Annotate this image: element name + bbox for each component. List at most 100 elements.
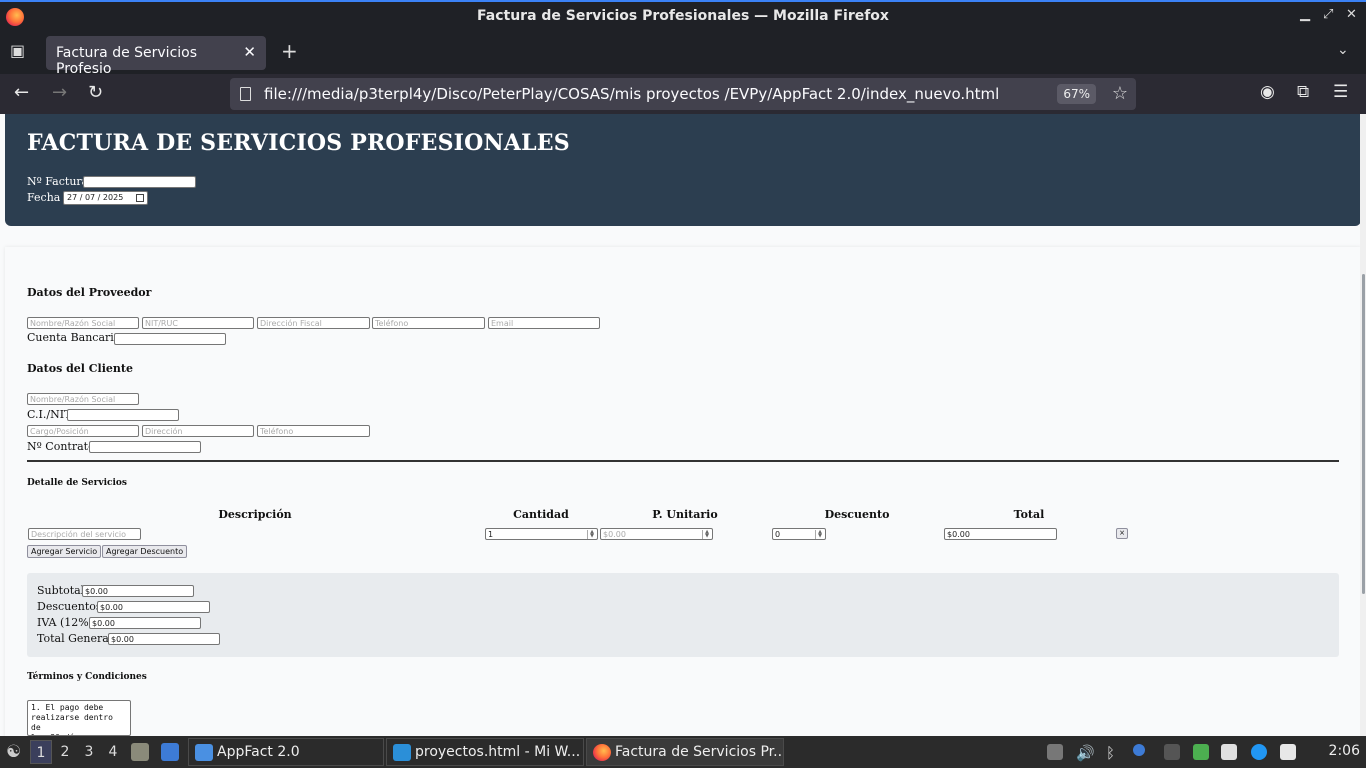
column-total: Total	[1013, 508, 1045, 521]
task-appfact[interactable]: AppFact 2.0	[188, 738, 384, 766]
file-manager-launcher-icon[interactable]	[131, 743, 149, 761]
task-vscode[interactable]: proyectos.html - Mi W...	[386, 738, 584, 766]
workspace-3[interactable]: 3	[78, 740, 100, 764]
subtotal-label: Subtotal	[37, 584, 85, 597]
task-label: proyectos.html - Mi W...	[415, 744, 581, 760]
tab-strip: ▣ Factura de Servicios Profesio ✕ + ⌄	[0, 32, 1366, 77]
add-service-button[interactable]: Agregar Servicio	[27, 545, 102, 558]
service-unit-price-input[interactable]: $0.00 ▲ ▼	[600, 528, 713, 540]
bank-account-input[interactable]	[114, 333, 226, 345]
workspace-2[interactable]: 2	[54, 740, 76, 764]
totals-panel: Subtotal $0.00 Descuentos $0.00 IVA (12%…	[27, 573, 1339, 657]
network-icon[interactable]	[1164, 744, 1180, 760]
page-scrollbar[interactable]	[1360, 114, 1366, 736]
new-tab-icon[interactable]: +	[281, 39, 298, 63]
subtotal-field[interactable]: $0.00	[82, 585, 194, 597]
quantity-stepper[interactable]: ▲ ▼	[587, 530, 596, 539]
workspace-1[interactable]: 1	[30, 740, 52, 764]
service-description-input[interactable]: Descripción del servicio	[28, 528, 141, 540]
zoom-indicator[interactable]: 67%	[1057, 84, 1096, 104]
battery-icon[interactable]	[1193, 744, 1209, 760]
date-input[interactable]: 27 / 07 / 2025	[63, 191, 148, 205]
discount-stepper[interactable]: ▲ ▼	[815, 530, 824, 539]
tab-label: Factura de Servicios Profesio	[56, 45, 198, 77]
calendar-tray-icon[interactable]	[1280, 744, 1296, 760]
iva-label: IVA (12%)	[37, 616, 94, 629]
discount-value: 0	[775, 530, 781, 539]
taskbar: ☯ 1 2 3 4 AppFact 2.0 proyectos.html - M…	[0, 736, 1366, 768]
column-quantity: Cantidad	[513, 508, 569, 521]
terms-textarea[interactable]: 1. El pago debe realizarse dentro de los…	[27, 700, 131, 736]
back-icon[interactable]: ←	[14, 82, 29, 103]
client-address-input[interactable]: Dirección	[142, 425, 254, 437]
bank-account-label: Cuenta Bancaria	[27, 331, 121, 344]
task-label: Factura de Servicios Pr...	[615, 744, 784, 760]
notes-icon[interactable]	[1221, 744, 1237, 760]
tab-factura[interactable]: Factura de Servicios Profesio ✕	[46, 36, 266, 77]
clock: 2:06	[1328, 743, 1360, 759]
service-quantity-input[interactable]: 1 ▲ ▼	[485, 528, 598, 540]
url-text: file:///media/p3terpl4y/Disco/PeterPlay/…	[264, 85, 1000, 103]
clipboard-tray-icon[interactable]	[1047, 744, 1063, 760]
services-heading: Detalle de Servicios	[27, 478, 127, 488]
workspace-4[interactable]: 4	[102, 740, 124, 764]
grand-total-label: Total General	[37, 632, 113, 645]
page-title: FACTURA DE SERVICIOS PROFESIONALES	[27, 130, 570, 156]
client-position-input[interactable]: Cargo/Posición	[27, 425, 139, 437]
invoice-number-input[interactable]	[83, 176, 196, 188]
invoice-header: FACTURA DE SERVICIOS PROFESIONALES Nº Fa…	[5, 114, 1361, 226]
extensions-icon[interactable]: ⧉	[1297, 82, 1309, 102]
service-discount-input[interactable]: 0 ▲ ▼	[772, 528, 826, 540]
folder-icon	[195, 744, 213, 761]
close-tab-icon[interactable]: ✕	[243, 43, 256, 61]
invoice-number-label: Nº Factura	[27, 175, 89, 188]
client-phone-input[interactable]: Teléfono	[257, 425, 370, 437]
scrollbar-thumb[interactable]	[1362, 274, 1365, 594]
volume-icon[interactable]: 🔊	[1076, 744, 1095, 762]
url-bar[interactable]: file:///media/p3terpl4y/Disco/PeterPlay/…	[230, 78, 1136, 110]
task-firefox[interactable]: Factura de Servicios Pr...	[586, 738, 784, 766]
grand-total-field[interactable]: $0.00	[108, 633, 220, 645]
service-total-input[interactable]: $0.00	[944, 528, 1057, 540]
account-icon[interactable]: ◉	[1260, 82, 1275, 102]
minimize-icon[interactable]: ▁	[1300, 7, 1310, 22]
provider-nit-input[interactable]: NIT/RUC	[142, 317, 254, 329]
firefox-icon	[593, 744, 611, 761]
bluetooth-icon[interactable]: ᛒ	[1106, 744, 1122, 762]
maximize-icon[interactable]: ⤢	[1323, 7, 1333, 22]
menu-icon[interactable]: ☰	[1333, 82, 1348, 102]
reload-icon[interactable]: ↻	[88, 82, 103, 103]
client-name-input[interactable]: Nombre/Razón Social	[27, 393, 139, 405]
bookmark-star-icon[interactable]: ☆	[1112, 83, 1128, 104]
contract-label: Nº Contrato	[27, 440, 95, 453]
client-heading: Datos del Cliente	[27, 362, 133, 375]
contract-input[interactable]	[89, 441, 201, 453]
add-discount-button[interactable]: Agregar Descuento	[102, 545, 188, 558]
tab-list-icon[interactable]: ▣	[10, 41, 25, 60]
quantity-value: 1	[488, 530, 494, 539]
client-id-input[interactable]	[67, 409, 179, 421]
close-window-icon[interactable]: ✕	[1346, 7, 1357, 22]
calendar-icon[interactable]	[136, 194, 144, 202]
section-divider	[27, 460, 1339, 462]
chevron-down-icon[interactable]: ⌄	[1337, 42, 1349, 58]
remove-row-button[interactable]: ×	[1116, 528, 1128, 539]
discounts-field[interactable]: $0.00	[97, 601, 210, 613]
desktop-launcher-icon[interactable]	[161, 743, 179, 761]
iva-field[interactable]: $0.00	[89, 617, 201, 629]
provider-phone-input[interactable]: Teléfono	[372, 317, 485, 329]
provider-name-input[interactable]: Nombre/Razón Social	[27, 317, 139, 329]
discounts-label: Descuentos	[37, 600, 102, 613]
column-unit-price: P. Unitario	[652, 508, 718, 521]
start-menu-icon[interactable]: ☯	[6, 742, 21, 762]
provider-address-input[interactable]: Dirección Fiscal	[257, 317, 370, 329]
forward-icon[interactable]: →	[52, 82, 67, 103]
provider-heading: Datos del Proveedor	[27, 286, 152, 299]
navigation-bar: ← → ↻ file:///media/p3terpl4y/Disco/Pete…	[0, 74, 1366, 114]
page-icon	[240, 87, 251, 101]
notification-icon[interactable]	[1133, 744, 1145, 756]
provider-email-input[interactable]: Email	[488, 317, 600, 329]
unit-price-stepper[interactable]: ▲ ▼	[702, 530, 711, 539]
page-content: FACTURA DE SERVICIOS PROFESIONALES Nº Fa…	[0, 114, 1366, 736]
updater-icon[interactable]	[1251, 744, 1267, 760]
